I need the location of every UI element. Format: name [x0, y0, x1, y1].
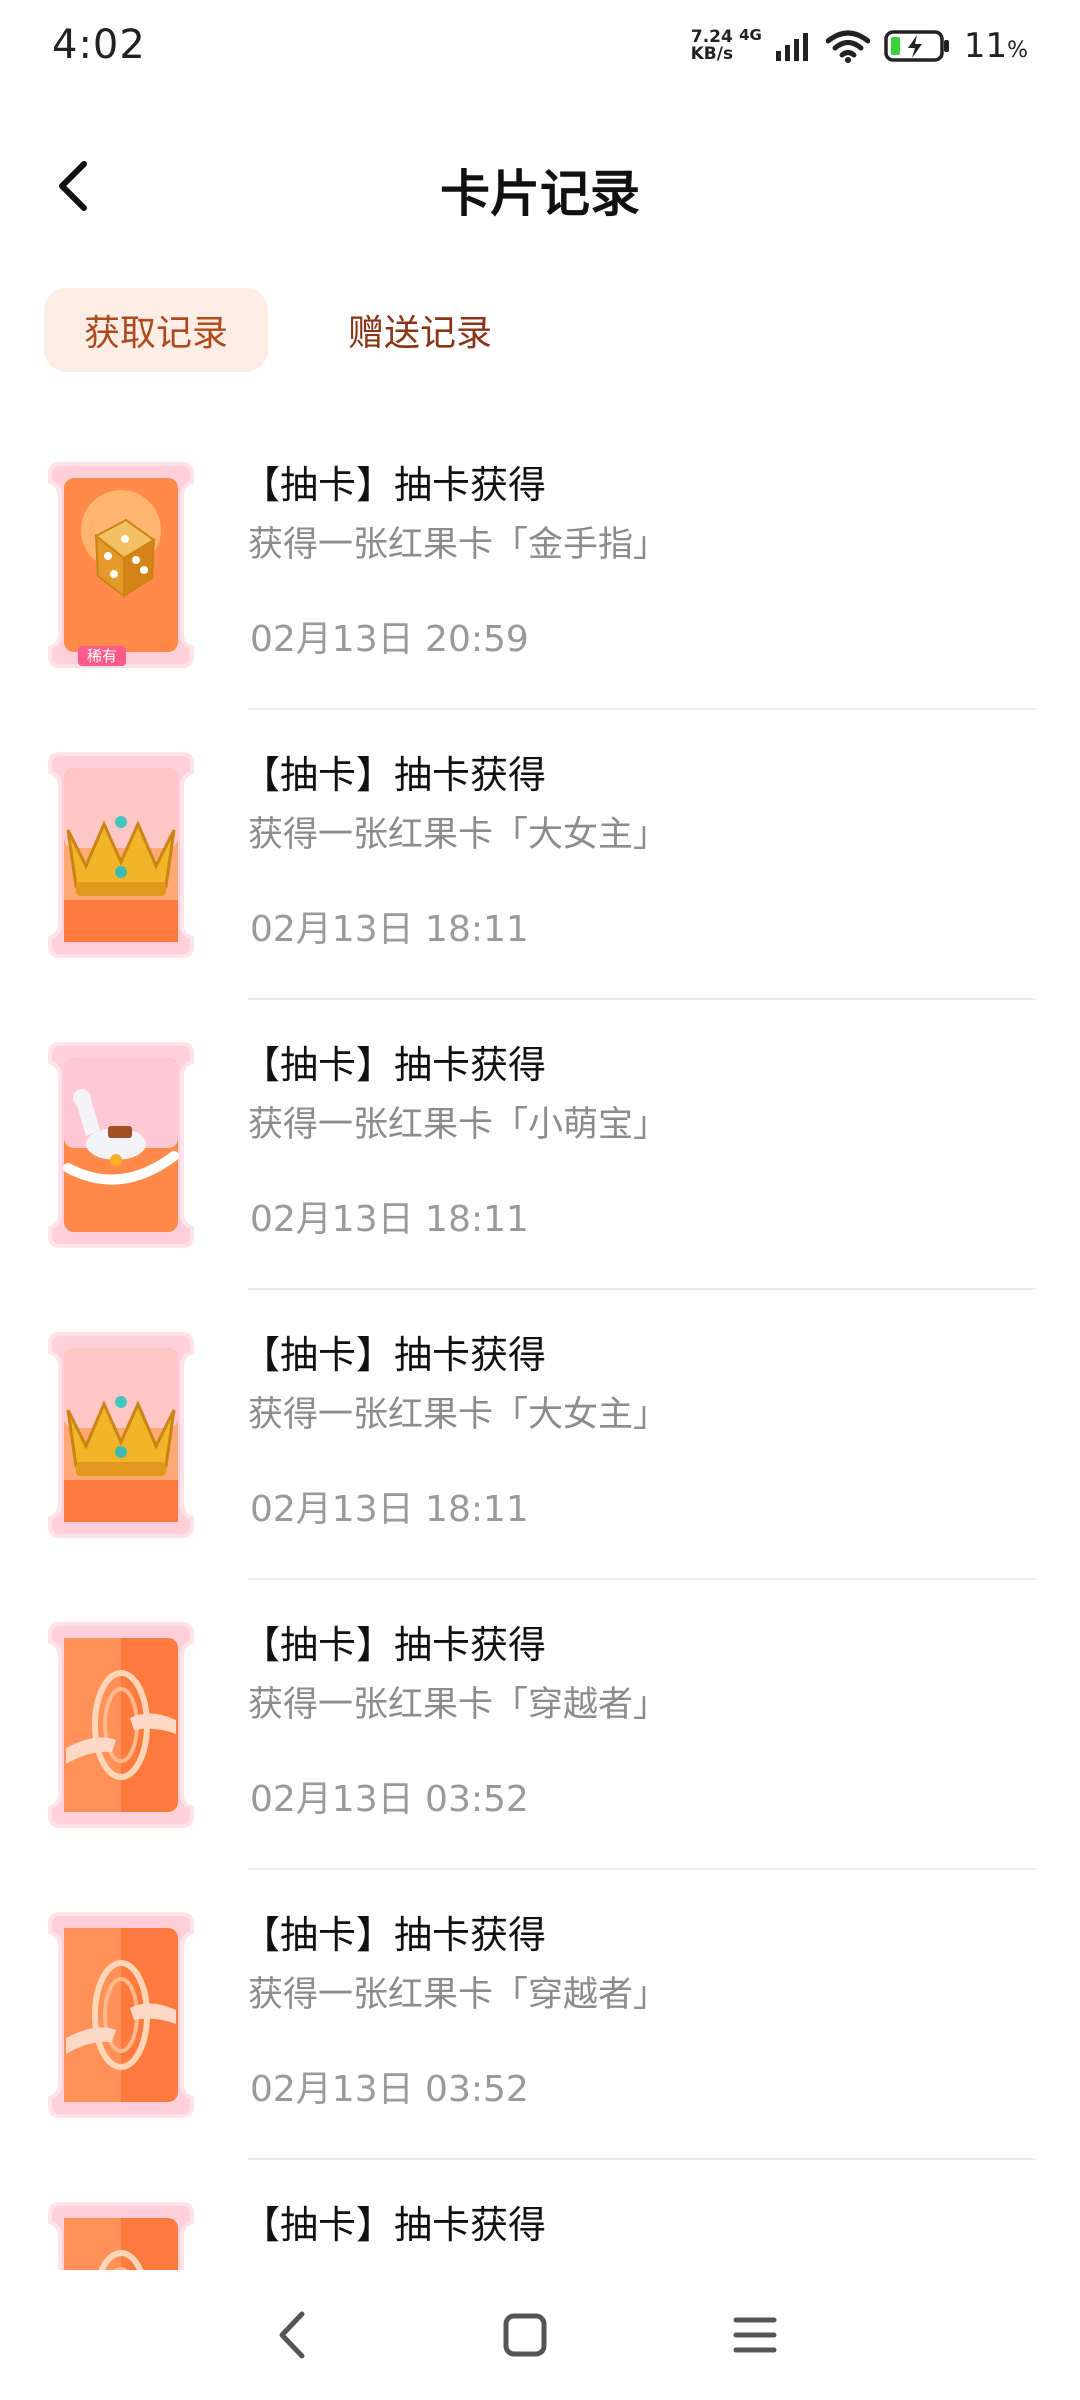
crown-icon [48, 752, 194, 958]
record-title: 【抽卡】抽卡获得 [242, 1623, 547, 1667]
record-item[interactable]: 【抽卡】抽卡获得 获得一张红果卡「穿越者」 02月13日 03:52 [0, 1580, 1080, 1870]
record-description: 获得一张红果卡「小萌宝」 [248, 1105, 669, 1145]
record-item[interactable]: 稀有 【抽卡】抽卡获得 获得一张红果卡「金手指」 02月13日 20:59 [0, 420, 1080, 710]
svg-text:稀有: 稀有 [87, 647, 117, 665]
nav-menu-button[interactable] [720, 2300, 790, 2370]
crown-icon [48, 1332, 194, 1538]
record-description: 获得一张红果卡「穿越者」 [248, 1975, 669, 2015]
card-thumbnail [46, 2200, 196, 2270]
record-description: 获得一张红果卡「大女主」 [248, 1395, 669, 1435]
card-thumbnail: 稀有 [46, 460, 196, 670]
portal-hands-icon [48, 2202, 194, 2270]
record-title: 【抽卡】抽卡获得 [242, 753, 547, 797]
tab-gifted[interactable]: 赠送记录 [308, 288, 532, 372]
record-description: 获得一张红果卡「大女主」 [248, 815, 669, 855]
battery-percent-value: 11 [963, 26, 1008, 66]
record-item[interactable]: 【抽卡】抽卡获得 获得一张红果卡「大女主」 02月13日 18:11 [0, 710, 1080, 1000]
record-title: 【抽卡】抽卡获得 [242, 2203, 547, 2247]
record-time: 02月13日 18:11 [250, 909, 529, 950]
record-title: 【抽卡】抽卡获得 [242, 463, 547, 507]
record-item[interactable]: 【抽卡】抽卡获得 获得一张红果卡「小萌宝」 02月13日 18:11 [0, 1000, 1080, 1290]
nav-home-icon [503, 2313, 547, 2357]
record-tabs: 获取记录 赠送记录 [44, 288, 532, 372]
status-icons: 7.24 KB/s 4G 11% [691, 26, 1028, 66]
rocking-horse-icon [48, 1042, 194, 1248]
record-item[interactable]: 【抽卡】抽卡获得 获得一张红果卡「大女主」 02月13日 18:11 [0, 1290, 1080, 1580]
rarity-badge: 稀有 [78, 646, 126, 666]
dice-icon: 稀有 [48, 462, 194, 668]
record-title: 【抽卡】抽卡获得 [242, 1043, 547, 1087]
tab-received[interactable]: 获取记录 [44, 288, 269, 372]
portal-hands-icon [48, 1622, 194, 1828]
record-description: 获得一张红果卡「金手指」 [248, 525, 669, 565]
page-title: 卡片记录 [440, 165, 640, 223]
network-speed-unit: KB/s [690, 44, 734, 64]
network-speed: 7.24 KB/s [691, 29, 733, 63]
record-list[interactable]: 稀有 【抽卡】抽卡获得 获得一张红果卡「金手指」 02月13日 20:59 【抽… [0, 420, 1080, 2270]
record-time: 02月13日 18:11 [250, 1489, 529, 1530]
network-type: 4G [739, 26, 762, 44]
record-time: 02月13日 18:11 [250, 1199, 529, 1240]
record-time: 02月13日 20:59 [250, 619, 529, 660]
system-nav-bar [0, 2270, 1080, 2400]
portal-hands-icon [48, 1912, 194, 2118]
card-thumbnail [46, 1330, 196, 1540]
status-bar: 4:02 7.24 KB/s 4G 11% [0, 0, 1080, 100]
nav-back-icon [279, 2311, 305, 2359]
card-thumbnail [46, 1910, 196, 2120]
battery-percent-unit: % [1007, 38, 1028, 63]
card-thumbnail [46, 1620, 196, 1830]
nav-menu-icon [733, 2317, 777, 2353]
nav-home-button[interactable] [490, 2300, 560, 2370]
signal-icon [775, 33, 808, 61]
status-time: 4:02 [52, 22, 146, 68]
battery-icon [884, 30, 949, 62]
nav-back-button[interactable] [260, 2300, 330, 2370]
record-item[interactable]: 【抽卡】抽卡获得 获得一张红果卡「穿越者」 02月13日 03:52 [0, 1870, 1080, 2160]
record-time: 02月13日 03:52 [250, 1779, 529, 1820]
header: 卡片记录 [0, 130, 1080, 240]
record-title: 【抽卡】抽卡获得 [242, 1913, 547, 1957]
card-thumbnail [46, 750, 196, 960]
card-thumbnail [46, 1040, 196, 1250]
record-description: 获得一张红果卡「穿越者」 [248, 1685, 669, 1725]
battery-percent: 11% [964, 26, 1028, 66]
record-time: 02月13日 03:52 [250, 2069, 529, 2110]
record-title: 【抽卡】抽卡获得 [242, 1333, 547, 1377]
wifi-icon [825, 30, 870, 63]
record-item[interactable]: 【抽卡】抽卡获得 [0, 2160, 1080, 2270]
